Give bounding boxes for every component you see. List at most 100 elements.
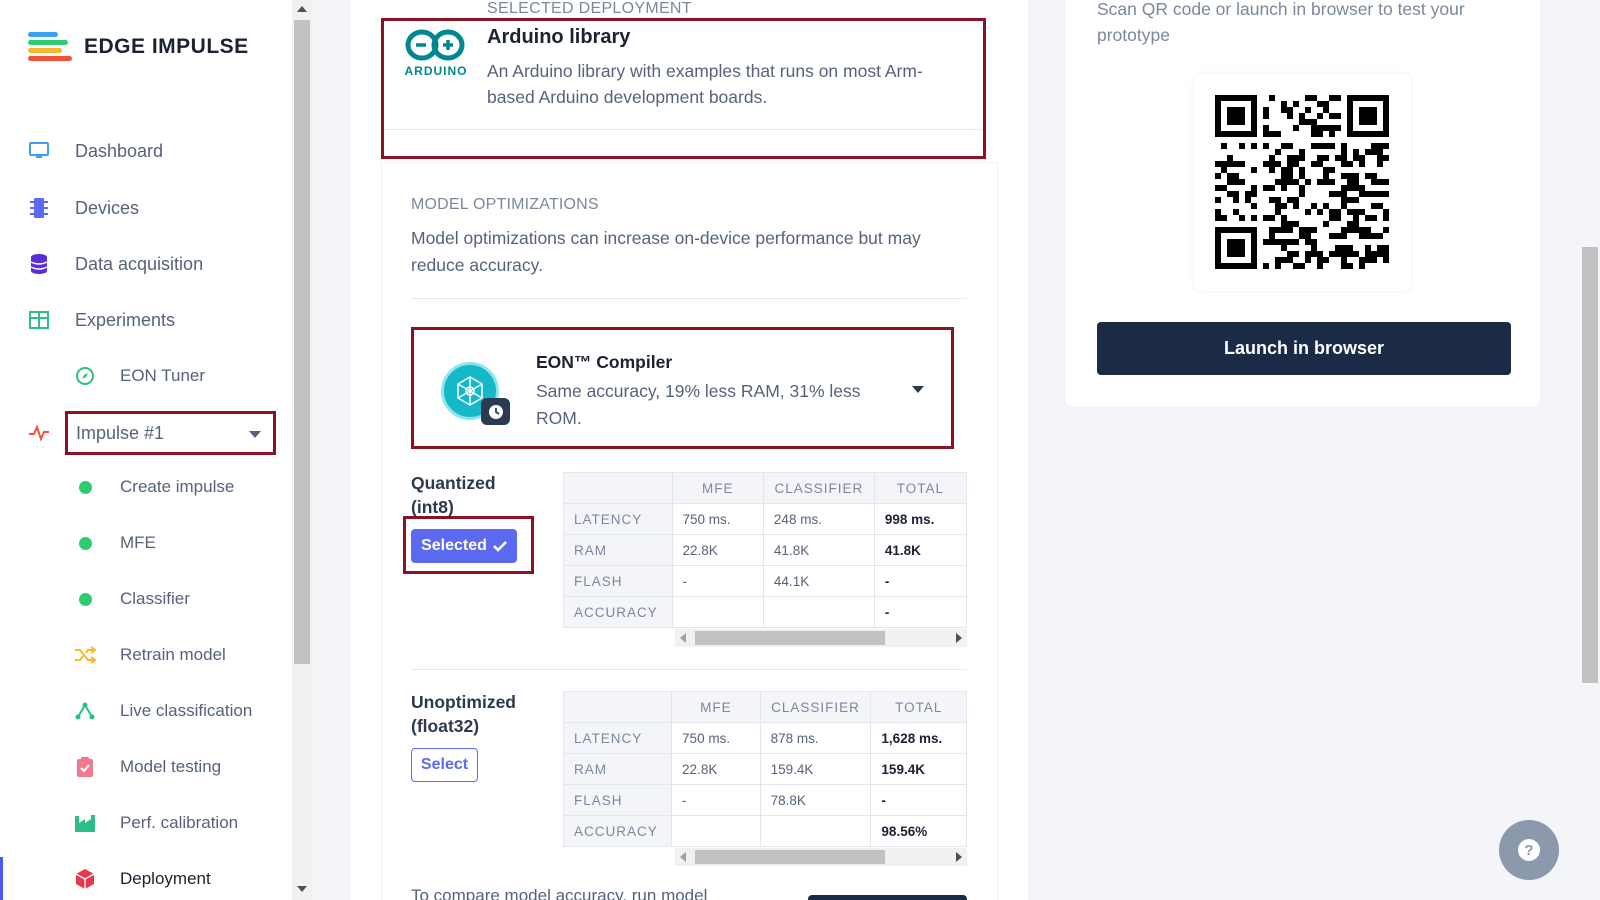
table-cell	[759, 815, 872, 847]
page-scrollbar[interactable]	[1580, 0, 1600, 900]
sidebar-item-label: Dashboard	[75, 140, 164, 161]
divider	[384, 129, 983, 130]
column-header: CLASSIFIER	[762, 472, 875, 504]
sidebar-item-classifier[interactable]: Classifier	[0, 579, 292, 619]
scrollbar-thumb[interactable]	[294, 20, 310, 664]
sidebar-item-data-acquisition[interactable]: Data acquisition	[0, 244, 292, 284]
table-cell: 41.8K	[762, 534, 875, 566]
quantized-metrics-table: MFE CLASSIFIER TOTAL LATENCY 750 ms. 248…	[563, 472, 967, 628]
sidebar: EDGE IMPULSE Dashboard Devices Data acqu…	[0, 0, 292, 900]
sidebar-item-mfe[interactable]: MFE	[0, 523, 292, 563]
quantized-selected-button[interactable]: Selected	[411, 529, 517, 563]
table-cell: 41.8K	[873, 534, 967, 566]
table-cell: -	[671, 784, 761, 816]
sidebar-item-create-impulse[interactable]: Create impulse	[0, 467, 292, 507]
edge-impulse-logo-icon	[28, 30, 72, 64]
compass-icon	[74, 365, 96, 387]
selected-deployment-label: SELECTED DEPLOYMENT	[487, 0, 692, 17]
button-label: Selected	[421, 537, 487, 554]
scrollbar-thumb[interactable]	[1582, 247, 1598, 683]
sidebar-item-deployment[interactable]: Deployment	[0, 859, 292, 899]
column-header: MFE	[671, 691, 761, 723]
help-button[interactable]: ?	[1499, 820, 1559, 880]
sidebar-item-label: Deployment	[120, 869, 211, 888]
table-horizontal-scrollbar[interactable]	[675, 629, 967, 647]
sidebar-item-perf-calibration[interactable]: Perf. calibration	[0, 803, 292, 843]
active-indicator	[0, 857, 3, 900]
table-row: RAM 22.8K 159.4K 159.4K	[563, 753, 967, 785]
brand-name: EDGE IMPULSE	[84, 35, 249, 58]
sidebar-item-live-classification[interactable]: Live classification	[0, 691, 292, 731]
table-cell: -	[870, 784, 967, 816]
sidebar-item-label: MFE	[120, 533, 156, 552]
table-row: LATENCY 750 ms. 878 ms. 1,628 ms.	[563, 722, 967, 754]
table-cell: 22.8K	[671, 534, 764, 566]
table-row: ACCURACY 98.56%	[563, 815, 967, 847]
table-row: FLASH - 44.1K -	[563, 565, 967, 597]
sidebar-item-label: Devices	[75, 197, 140, 218]
sidebar-item-label: EON Tuner	[120, 366, 206, 385]
column-header: MFE	[671, 472, 764, 504]
row-header: ACCURACY	[563, 596, 673, 628]
sidebar-scrollbar[interactable]	[292, 0, 312, 900]
sidebar-item-model-testing[interactable]: Model testing	[0, 747, 292, 787]
unoptimized-select-button[interactable]: Select	[411, 748, 478, 782]
deployment-title: Arduino library	[487, 26, 631, 48]
arduino-logo-icon: ARDUINO	[402, 28, 470, 80]
scroll-right-icon[interactable]	[956, 852, 962, 862]
table-cell: 78.8K	[759, 784, 872, 816]
sidebar-item-label: Perf. calibration	[120, 813, 239, 832]
table-corner	[563, 472, 673, 504]
scroll-down-icon[interactable]	[297, 886, 307, 892]
launch-in-browser-button[interactable]: Launch in browser	[1097, 322, 1511, 375]
row-header: FLASH	[563, 784, 673, 816]
row-header: FLASH	[563, 565, 673, 597]
check-icon	[492, 540, 507, 552]
scroll-up-icon[interactable]	[297, 6, 307, 12]
model-optimizations-label: MODEL OPTIMIZATIONS	[411, 196, 599, 213]
sidebar-item-label: Live classification	[120, 701, 253, 720]
table-row: LATENCY 750 ms. 248 ms. 998 ms.	[563, 503, 967, 535]
sidebar-item-label: Data acquisition	[75, 253, 204, 274]
column-header: CLASSIFIER	[759, 691, 872, 723]
chip-icon	[28, 197, 50, 219]
table-cell: 98.56%	[870, 815, 967, 847]
row-header: RAM	[563, 534, 673, 566]
sidebar-item-label: Classifier	[120, 589, 190, 608]
sidebar-item-eon-tuner[interactable]: EON Tuner	[0, 356, 292, 396]
factory-icon	[74, 812, 96, 834]
eon-compiler-description: Same accuracy, 19% less RAM, 31% less RO…	[536, 381, 861, 428]
table-cell: -	[671, 565, 764, 597]
sidebar-item-label: Model testing	[120, 757, 222, 776]
sidebar-item-experiments[interactable]: Experiments	[0, 300, 292, 340]
column-header: TOTAL	[873, 472, 967, 504]
sidebar-item-dashboard[interactable]: Dashboard	[0, 131, 292, 171]
scrollbar-thumb[interactable]	[695, 850, 885, 864]
compare-accuracy-text: To compare model accuracy, run model	[411, 886, 708, 900]
brand-logo[interactable]: EDGE IMPULSE	[28, 30, 249, 64]
sidebar-item-devices[interactable]: Devices	[0, 188, 292, 228]
scroll-left-icon[interactable]	[680, 633, 686, 643]
table-cell: 750 ms.	[671, 722, 761, 754]
clock-icon	[481, 398, 510, 425]
table-horizontal-scrollbar[interactable]	[675, 848, 967, 866]
scrollbar-thumb[interactable]	[695, 631, 885, 645]
run-model-testing-button[interactable]	[808, 895, 967, 900]
pulse-icon	[28, 423, 50, 445]
divider	[411, 669, 967, 670]
svg-text:ARDUINO: ARDUINO	[405, 64, 468, 78]
divider	[411, 298, 967, 299]
sidebar-item-retrain-model[interactable]: Retrain model	[0, 635, 292, 675]
sidebar-item-label: Create impulse	[120, 477, 235, 496]
question-icon: ?	[1518, 839, 1540, 861]
table-row: FLASH - 78.8K -	[563, 784, 967, 816]
scroll-right-icon[interactable]	[956, 633, 962, 643]
cube-icon	[74, 868, 96, 890]
table-cell: 878 ms.	[759, 722, 872, 754]
scan-instructions: Scan QR code or launch in browser to tes…	[1097, 0, 1465, 45]
table-corner	[563, 691, 673, 723]
unoptimized-metrics-table: MFE CLASSIFIER TOTAL LATENCY 750 ms. 878…	[563, 691, 967, 847]
scroll-left-icon[interactable]	[680, 852, 686, 862]
chevron-down-icon[interactable]	[912, 386, 924, 393]
impulse-select[interactable]: Impulse #1	[65, 411, 276, 455]
